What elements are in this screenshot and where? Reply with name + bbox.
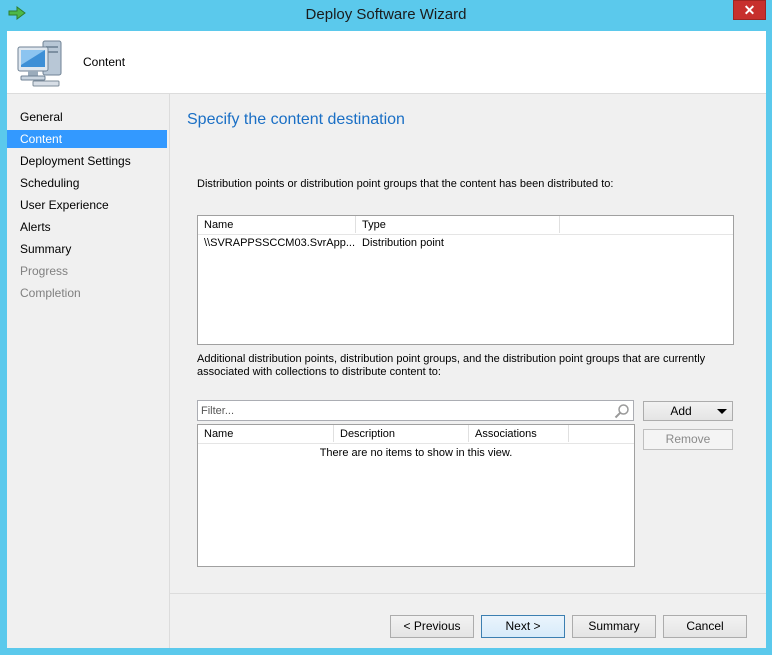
nav-divider [169, 93, 170, 648]
next-button[interactable]: Next > [481, 615, 565, 638]
dropdown-arrow-icon [717, 409, 727, 414]
footer-divider [170, 593, 766, 594]
cancel-button[interactable]: Cancel [663, 615, 747, 638]
add-button[interactable]: Add [643, 401, 733, 421]
close-button[interactable]: ✕ [733, 0, 766, 20]
remove-button: Remove [643, 429, 733, 450]
wizard-nav: General Content Deployment Settings Sche… [7, 101, 167, 631]
page-title: Specify the content destination [187, 111, 405, 128]
nav-item-content[interactable]: Content [7, 130, 167, 148]
distributed-description: Distribution points or distribution poin… [197, 178, 614, 190]
nav-item-progress: Progress [20, 264, 69, 278]
column-header-type[interactable]: Type [356, 216, 560, 233]
wizard-body: Content General Content Deployment Setti… [7, 31, 766, 648]
additional-list[interactable]: Name Description Associations There are … [197, 424, 635, 567]
wizard-header: Content [7, 31, 766, 94]
computer-icon [17, 40, 62, 87]
previous-button[interactable]: < Previous [390, 615, 474, 638]
row-name-cell[interactable]: \\SVRAPPSSCCM03.SvrApp... [204, 236, 355, 250]
filter-box[interactable] [197, 400, 634, 421]
list-header: Name Type [198, 216, 733, 235]
nav-item-user-experience[interactable]: User Experience [7, 196, 167, 214]
window-title: Deploy Software Wizard [305, 6, 467, 23]
list-header: Name Description Associations [198, 425, 634, 444]
column-header-name[interactable]: Name [198, 216, 356, 233]
nav-item-deployment-settings[interactable]: Deployment Settings [7, 152, 167, 170]
additional-description: Additional distribution points, distribu… [197, 353, 706, 378]
distributed-list[interactable]: Name Type \\SVRAPPSSCCM03.SvrApp... Dist… [197, 215, 734, 345]
title-bar[interactable]: Deploy Software Wizard ✕ [0, 0, 772, 30]
column-header-associations[interactable]: Associations [469, 425, 569, 442]
filter-input[interactable] [201, 403, 601, 418]
nav-item-alerts[interactable]: Alerts [7, 218, 167, 236]
add-button-label: Add [670, 404, 692, 418]
summary-button[interactable]: Summary [572, 615, 656, 638]
nav-item-general[interactable]: General [7, 108, 167, 126]
nav-item-scheduling[interactable]: Scheduling [7, 174, 167, 192]
row-type-cell[interactable]: Distribution point [362, 236, 444, 250]
search-icon[interactable] [614, 403, 630, 419]
column-header-name[interactable]: Name [198, 425, 334, 442]
nav-item-completion: Completion [20, 286, 81, 300]
empty-list-message: There are no items to show in this view. [319, 447, 513, 459]
nav-item-summary[interactable]: Summary [7, 240, 167, 258]
column-header-description[interactable]: Description [334, 425, 469, 442]
step-title: Content [83, 55, 126, 69]
